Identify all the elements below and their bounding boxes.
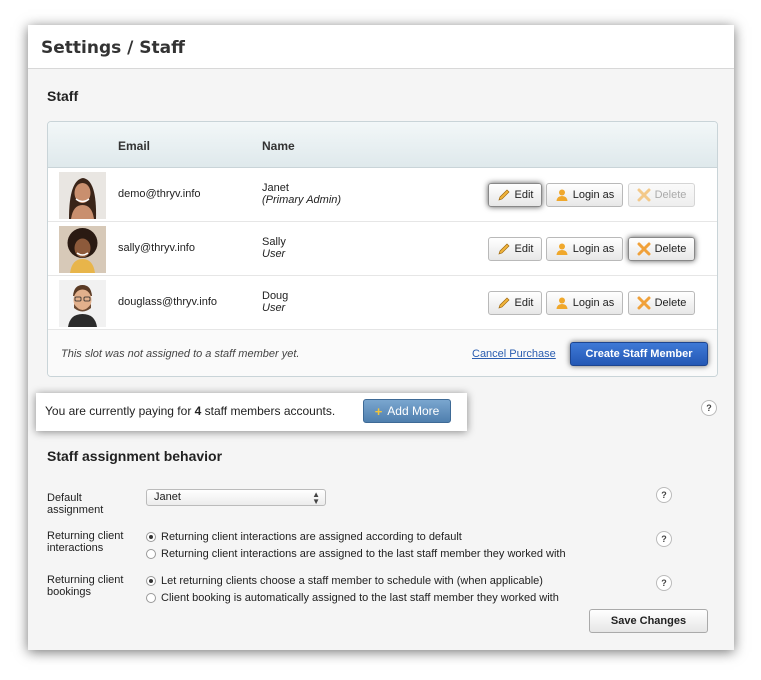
staff-role: User	[262, 248, 286, 260]
interactions-label: Returning client interactions	[47, 530, 124, 554]
x-icon	[637, 296, 651, 310]
table-header: Email Name	[48, 122, 717, 168]
delete-button[interactable]: Delete	[628, 237, 695, 261]
login-as-label: Login as	[572, 297, 615, 309]
edit-button[interactable]: Edit	[488, 237, 542, 261]
paying-text: You are currently paying for 4 staff mem…	[45, 404, 335, 418]
table-row: sally@thryv.info Sally User Edit Login a…	[48, 222, 717, 276]
edit-button[interactable]: Edit	[488, 291, 542, 315]
paying-banner: You are currently paying for 4 staff mem…	[36, 393, 467, 431]
interactions-option-default[interactable]: Returning client interactions are assign…	[146, 531, 462, 543]
user-icon	[555, 242, 569, 256]
x-icon	[637, 242, 651, 256]
help-icon[interactable]: ?	[656, 575, 672, 591]
login-as-label: Login as	[572, 189, 615, 201]
save-changes-button[interactable]: Save Changes	[589, 609, 708, 633]
delete-label: Delete	[654, 189, 687, 201]
page-title: Settings / Staff	[41, 38, 185, 58]
paying-text-before: You are currently paying for	[45, 404, 195, 418]
add-more-label: Add More	[387, 404, 440, 418]
plus-icon: +	[374, 403, 383, 419]
pencil-icon	[497, 296, 511, 310]
help-icon[interactable]: ?	[701, 400, 717, 416]
settings-window: Settings / Staff Staff Email Name demo@t…	[28, 25, 734, 650]
radio-button[interactable]	[146, 532, 156, 542]
help-icon[interactable]: ?	[656, 531, 672, 547]
default-assignment-label: Default assignment	[47, 492, 104, 516]
edit-label: Edit	[514, 243, 534, 255]
interactions-option-last-staff[interactable]: Returning client interactions are assign…	[146, 548, 566, 560]
avatar	[59, 280, 106, 327]
select-arrows-icon: ▲ ▼	[312, 490, 320, 506]
paying-text-after: staff members accounts.	[201, 404, 336, 418]
login-as-label: Login as	[572, 243, 615, 255]
column-name: Name	[262, 139, 295, 153]
radio-button[interactable]	[146, 593, 156, 603]
user-icon	[555, 188, 569, 202]
staff-section-title: Staff	[47, 88, 79, 104]
x-icon	[637, 188, 651, 202]
bookings-option-auto[interactable]: Client booking is automatically assigned…	[146, 592, 559, 604]
edit-label: Edit	[514, 297, 534, 309]
bookings-option-choose[interactable]: Let returning clients choose a staff mem…	[146, 575, 543, 587]
default-assignment-value: Janet	[154, 491, 181, 503]
page-header: Settings / Staff	[28, 25, 734, 69]
option-label: Returning client interactions are assign…	[161, 531, 462, 543]
option-label: Client booking is automatically assigned…	[161, 592, 559, 604]
delete-label: Delete	[654, 297, 687, 309]
login-as-button[interactable]: Login as	[546, 291, 623, 315]
option-label: Let returning clients choose a staff mem…	[161, 575, 543, 587]
avatar	[59, 172, 106, 219]
avatar	[59, 226, 106, 273]
staff-name-text: Sally	[262, 236, 286, 248]
user-icon	[555, 296, 569, 310]
delete-button[interactable]: Delete	[628, 291, 695, 315]
staff-name-text: Doug	[262, 290, 289, 302]
unassigned-slot-row: This slot was not assigned to a staff me…	[48, 330, 717, 376]
bookings-label: Returning client bookings	[47, 574, 124, 598]
column-email: Email	[118, 139, 151, 153]
table-row: demo@thryv.info Janet (Primary Admin) Ed…	[48, 168, 717, 222]
pencil-icon	[497, 242, 511, 256]
edit-label: Edit	[514, 189, 534, 201]
staff-email: sally@thryv.info	[118, 242, 195, 254]
assignment-section-title: Staff assignment behavior	[47, 448, 223, 464]
staff-name-text: Janet	[262, 182, 289, 194]
cancel-purchase-link[interactable]: Cancel Purchase	[472, 348, 556, 360]
staff-name: Janet (Primary Admin)	[262, 182, 341, 206]
add-more-button[interactable]: + Add More	[363, 399, 451, 423]
delete-button[interactable]: Delete	[628, 183, 695, 207]
login-as-button[interactable]: Login as	[546, 183, 623, 207]
radio-button[interactable]	[146, 576, 156, 586]
staff-email: douglass@thryv.info	[118, 296, 218, 308]
help-icon[interactable]: ?	[656, 487, 672, 503]
create-staff-member-button[interactable]: Create Staff Member	[570, 342, 708, 366]
delete-label: Delete	[654, 243, 687, 255]
staff-role: User	[262, 302, 286, 314]
staff-table: Email Name demo@thryv.info Janet (Primar…	[47, 121, 718, 377]
option-label: Returning client interactions are assign…	[161, 548, 566, 560]
staff-name: Doug User	[262, 290, 288, 314]
default-assignment-select[interactable]: Janet ▲ ▼	[146, 489, 326, 506]
staff-role: (Primary Admin)	[262, 194, 342, 206]
radio-button[interactable]	[146, 549, 156, 559]
login-as-button[interactable]: Login as	[546, 237, 623, 261]
table-row: douglass@thryv.info Doug User Edit Login…	[48, 276, 717, 330]
staff-name: Sally User	[262, 236, 286, 260]
slot-note: This slot was not assigned to a staff me…	[61, 348, 300, 360]
staff-email: demo@thryv.info	[118, 188, 201, 200]
pencil-icon	[497, 188, 511, 202]
edit-button[interactable]: Edit	[488, 183, 542, 207]
